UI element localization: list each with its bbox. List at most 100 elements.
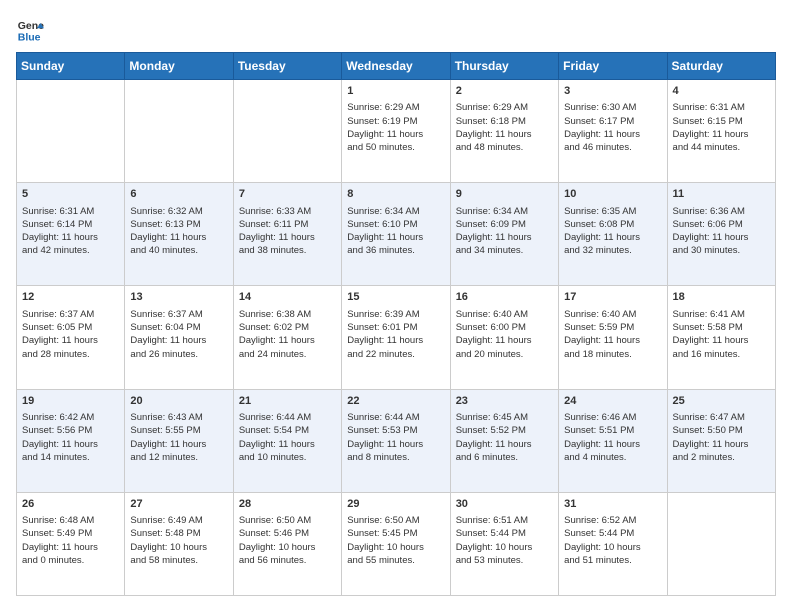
- week-row-1: 5 Sunrise: 6:31 AM Sunset: 6:14 PM Daylig…: [17, 183, 776, 286]
- day-cell: 5 Sunrise: 6:31 AM Sunset: 6:14 PM Daylig…: [17, 183, 125, 286]
- day-cell: 20 Sunrise: 6:43 AM Sunset: 5:55 PM Dayli…: [125, 389, 233, 492]
- day-info: Sunrise: 6:40 AM Sunset: 6:00 PM Dayligh…: [456, 309, 532, 360]
- day-cell: 28 Sunrise: 6:50 AM Sunset: 5:46 PM Dayli…: [233, 492, 341, 595]
- day-number: 21: [239, 394, 336, 409]
- day-info: Sunrise: 6:30 AM Sunset: 6:17 PM Dayligh…: [564, 102, 640, 153]
- day-number: 14: [239, 290, 336, 305]
- day-header-friday: Friday: [559, 53, 667, 80]
- day-info: Sunrise: 6:41 AM Sunset: 5:58 PM Dayligh…: [673, 309, 749, 360]
- logo-icon: General Blue: [16, 16, 44, 44]
- day-number: 11: [673, 187, 770, 202]
- svg-text:Blue: Blue: [18, 32, 41, 44]
- day-info: Sunrise: 6:44 AM Sunset: 5:53 PM Dayligh…: [347, 412, 423, 463]
- day-header-thursday: Thursday: [450, 53, 558, 80]
- day-number: 10: [564, 187, 661, 202]
- day-cell: [125, 80, 233, 183]
- day-cell: 6Sunrise: 6:32 AM Sunset: 6:13 PM Daylig…: [125, 183, 233, 286]
- day-info: Sunrise: 6:37 AM Sunset: 6:04 PM Dayligh…: [130, 309, 206, 360]
- day-info: Sunrise: 6:37 AM Sunset: 6:05 PM Dayligh…: [22, 309, 98, 360]
- day-cell: 31 Sunrise: 6:52 AM Sunset: 5:44 PM Dayli…: [559, 492, 667, 595]
- day-number: 17: [564, 290, 661, 305]
- day-cell: 8Sunrise: 6:34 AM Sunset: 6:10 PM Daylig…: [342, 183, 450, 286]
- day-cell: 14 Sunrise: 6:38 AM Sunset: 6:02 PM Dayli…: [233, 286, 341, 389]
- day-cell: 30 Sunrise: 6:51 AM Sunset: 5:44 PM Dayli…: [450, 492, 558, 595]
- day-number: 13: [130, 290, 227, 305]
- day-header-monday: Monday: [125, 53, 233, 80]
- day-cell: 24Sunrise: 6:46 AM Sunset: 5:51 PM Dayli…: [559, 389, 667, 492]
- day-info: Sunrise: 6:39 AM Sunset: 6:01 PM Dayligh…: [347, 309, 423, 360]
- day-cell: 13 Sunrise: 6:37 AM Sunset: 6:04 PM Dayli…: [125, 286, 233, 389]
- day-info: Sunrise: 6:36 AM Sunset: 6:06 PM Dayligh…: [673, 206, 749, 257]
- day-info: Sunrise: 6:47 AM Sunset: 5:50 PM Dayligh…: [673, 412, 749, 463]
- day-number: 5: [22, 187, 119, 202]
- day-number: 3: [564, 84, 661, 99]
- day-header-sunday: Sunday: [17, 53, 125, 80]
- day-info: Sunrise: 6:45 AM Sunset: 5:52 PM Dayligh…: [456, 412, 532, 463]
- day-info: Sunrise: 6:43 AM Sunset: 5:55 PM Dayligh…: [130, 412, 206, 463]
- day-info: Sunrise: 6:46 AM Sunset: 5:51 PM Dayligh…: [564, 412, 640, 463]
- day-number: 23: [456, 394, 553, 409]
- day-number: 2: [456, 84, 553, 99]
- day-cell: 18 Sunrise: 6:41 AM Sunset: 5:58 PM Dayli…: [667, 286, 775, 389]
- day-number: 8: [347, 187, 444, 202]
- day-info: Sunrise: 6:42 AM Sunset: 5:56 PM Dayligh…: [22, 412, 98, 463]
- header: General Blue: [16, 16, 776, 44]
- day-number: 30: [456, 497, 553, 512]
- day-cell: 11 Sunrise: 6:36 AM Sunset: 6:06 PM Dayli…: [667, 183, 775, 286]
- day-cell: 21Sunrise: 6:44 AM Sunset: 5:54 PM Dayli…: [233, 389, 341, 492]
- page: General Blue SundayMondayTuesdayWednesda…: [0, 0, 792, 612]
- day-cell: [667, 492, 775, 595]
- day-cell: 15 Sunrise: 6:39 AM Sunset: 6:01 PM Dayli…: [342, 286, 450, 389]
- day-number: 6: [130, 187, 227, 202]
- day-cell: 22 Sunrise: 6:44 AM Sunset: 5:53 PM Dayli…: [342, 389, 450, 492]
- day-number: 15: [347, 290, 444, 305]
- day-cell: 27Sunrise: 6:49 AM Sunset: 5:48 PM Dayli…: [125, 492, 233, 595]
- day-info: Sunrise: 6:29 AM Sunset: 6:18 PM Dayligh…: [456, 102, 532, 153]
- day-number: 18: [673, 290, 770, 305]
- day-header-saturday: Saturday: [667, 53, 775, 80]
- day-info: Sunrise: 6:33 AM Sunset: 6:11 PM Dayligh…: [239, 206, 315, 257]
- day-cell: 2 Sunrise: 6:29 AM Sunset: 6:18 PM Daylig…: [450, 80, 558, 183]
- day-number: 31: [564, 497, 661, 512]
- day-info: Sunrise: 6:29 AM Sunset: 6:19 PM Dayligh…: [347, 102, 423, 153]
- day-info: Sunrise: 6:51 AM Sunset: 5:44 PM Dayligh…: [456, 515, 533, 566]
- day-info: Sunrise: 6:35 AM Sunset: 6:08 PM Dayligh…: [564, 206, 640, 257]
- day-info: Sunrise: 6:50 AM Sunset: 5:45 PM Dayligh…: [347, 515, 424, 566]
- day-number: 4: [673, 84, 770, 99]
- week-row-3: 19 Sunrise: 6:42 AM Sunset: 5:56 PM Dayli…: [17, 389, 776, 492]
- day-number: 27: [130, 497, 227, 512]
- day-number: 28: [239, 497, 336, 512]
- day-cell: [233, 80, 341, 183]
- day-cell: 12 Sunrise: 6:37 AM Sunset: 6:05 PM Dayli…: [17, 286, 125, 389]
- day-header-tuesday: Tuesday: [233, 53, 341, 80]
- day-number: 26: [22, 497, 119, 512]
- day-number: 29: [347, 497, 444, 512]
- day-info: Sunrise: 6:38 AM Sunset: 6:02 PM Dayligh…: [239, 309, 315, 360]
- week-row-2: 12 Sunrise: 6:37 AM Sunset: 6:05 PM Dayli…: [17, 286, 776, 389]
- day-cell: 4 Sunrise: 6:31 AM Sunset: 6:15 PM Daylig…: [667, 80, 775, 183]
- day-cell: 26 Sunrise: 6:48 AM Sunset: 5:49 PM Dayli…: [17, 492, 125, 595]
- day-cell: 19 Sunrise: 6:42 AM Sunset: 5:56 PM Dayli…: [17, 389, 125, 492]
- day-number: 19: [22, 394, 119, 409]
- week-row-4: 26 Sunrise: 6:48 AM Sunset: 5:49 PM Dayli…: [17, 492, 776, 595]
- day-cell: 10 Sunrise: 6:35 AM Sunset: 6:08 PM Dayli…: [559, 183, 667, 286]
- day-number: 22: [347, 394, 444, 409]
- day-info: Sunrise: 6:50 AM Sunset: 5:46 PM Dayligh…: [239, 515, 316, 566]
- day-cell: 17Sunrise: 6:40 AM Sunset: 5:59 PM Dayli…: [559, 286, 667, 389]
- day-info: Sunrise: 6:52 AM Sunset: 5:44 PM Dayligh…: [564, 515, 641, 566]
- day-number: 12: [22, 290, 119, 305]
- day-number: 1: [347, 84, 444, 99]
- day-info: Sunrise: 6:34 AM Sunset: 6:09 PM Dayligh…: [456, 206, 532, 257]
- day-cell: 16Sunrise: 6:40 AM Sunset: 6:00 PM Dayli…: [450, 286, 558, 389]
- day-info: Sunrise: 6:48 AM Sunset: 5:49 PM Dayligh…: [22, 515, 98, 566]
- day-cell: 23 Sunrise: 6:45 AM Sunset: 5:52 PM Dayli…: [450, 389, 558, 492]
- day-info: Sunrise: 6:31 AM Sunset: 6:14 PM Dayligh…: [22, 206, 98, 257]
- day-cell: [17, 80, 125, 183]
- calendar-table: SundayMondayTuesdayWednesdayThursdayFrid…: [16, 52, 776, 596]
- logo: General Blue: [16, 16, 48, 44]
- day-number: 20: [130, 394, 227, 409]
- day-number: 25: [673, 394, 770, 409]
- day-info: Sunrise: 6:31 AM Sunset: 6:15 PM Dayligh…: [673, 102, 749, 153]
- calendar-header-row: SundayMondayTuesdayWednesdayThursdayFrid…: [17, 53, 776, 80]
- day-number: 7: [239, 187, 336, 202]
